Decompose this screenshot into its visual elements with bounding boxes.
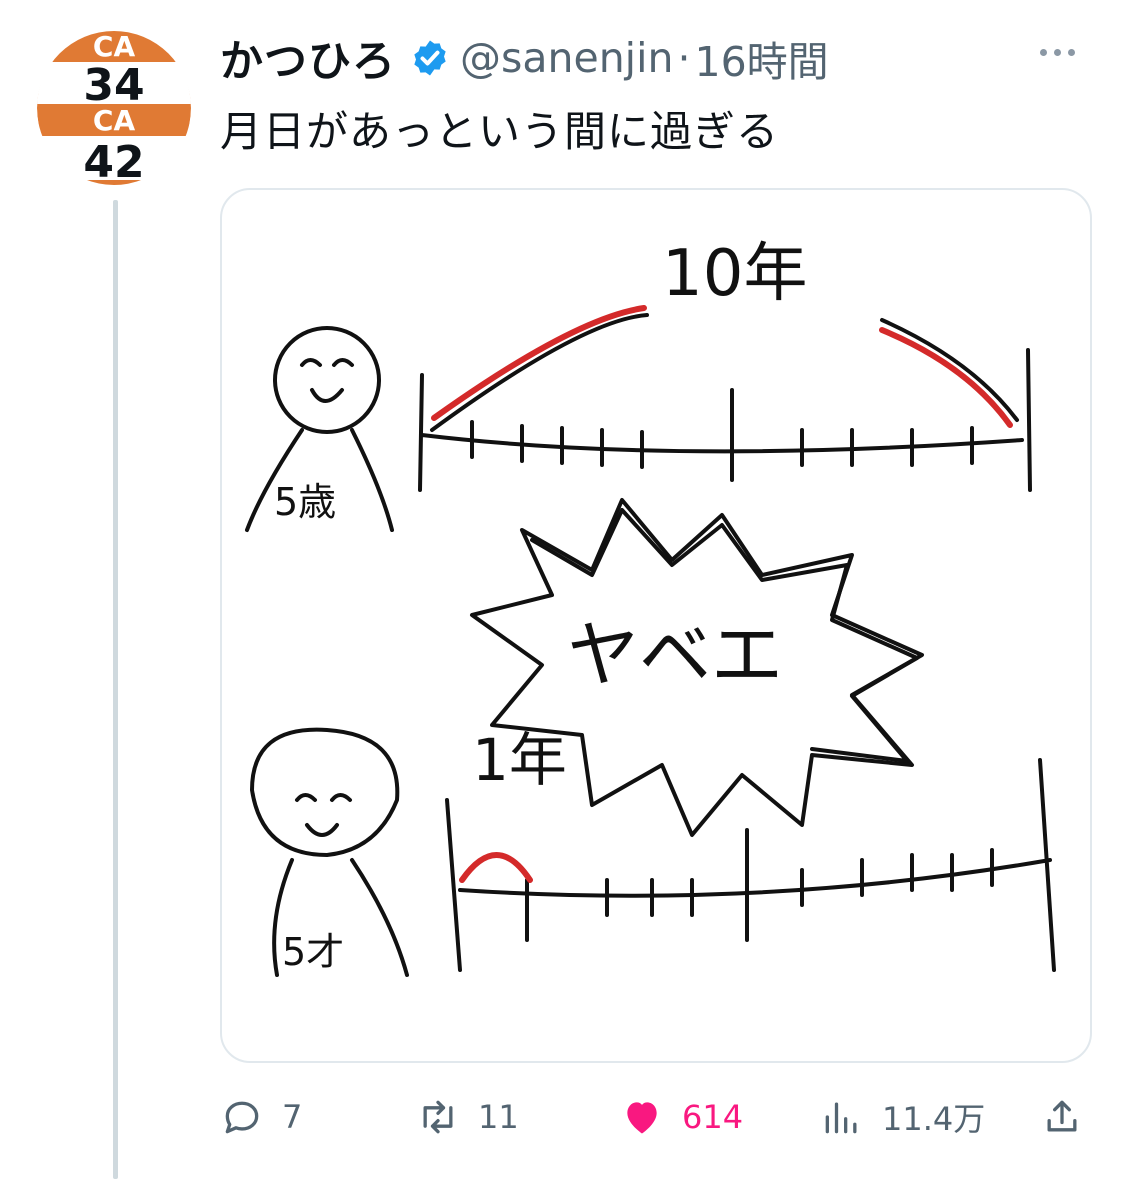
- svg-text:CA: CA: [93, 104, 136, 137]
- like-button[interactable]: 614: [620, 1085, 743, 1149]
- reply-icon: [225, 1101, 259, 1134]
- action-bar: 7 11 614 11.4万: [220, 1085, 1088, 1149]
- tweet-header: かつひろ @sanenjin · 16時間: [220, 28, 829, 88]
- views-button[interactable]: 11.4万: [820, 1085, 985, 1149]
- separator-dot: ·: [677, 34, 691, 82]
- label-yabee: ヤベエ: [567, 613, 783, 697]
- retweet-button[interactable]: 11: [416, 1085, 519, 1149]
- more-dot: [1054, 48, 1061, 56]
- heart-icon: [627, 1102, 657, 1134]
- svg-text:42: 42: [83, 137, 144, 188]
- timeline-top-ticks: [470, 388, 974, 482]
- reply-button[interactable]: 7: [220, 1085, 302, 1149]
- views-icon: [825, 1102, 857, 1134]
- timestamp[interactable]: 16時間: [695, 28, 829, 88]
- views-count: 11.4万: [882, 1100, 986, 1138]
- label-10-years: 10年: [662, 237, 807, 311]
- more-dot: [1040, 48, 1047, 56]
- author-handle[interactable]: @sanenjin: [460, 34, 673, 82]
- avatar-logo: CA 34 CA 42: [37, 30, 191, 188]
- verified-badge-icon: [414, 40, 446, 76]
- reply-count: 7: [282, 1098, 303, 1136]
- timeline-top: [418, 348, 1032, 492]
- avatar[interactable]: CA 34 CA 42: [37, 26, 191, 190]
- retweet-count: 11: [478, 1098, 519, 1136]
- thread-line: [113, 200, 118, 1179]
- svg-text:CA: CA: [93, 30, 136, 63]
- label-1-year: 1年: [472, 726, 567, 794]
- share-icon: [1047, 1100, 1077, 1132]
- highlight-arc-bottom: [459, 852, 533, 883]
- label-age-bottom: 5才: [282, 930, 344, 974]
- like-count: 614: [682, 1098, 744, 1136]
- tweet-text: 月日があっという間に過ぎる: [220, 107, 780, 156]
- timeline-bottom-ticks: [525, 828, 994, 942]
- sketch-face-top: [300, 358, 354, 403]
- tweet-image[interactable]: 10年 ヤベエ 1年 5歳 5才: [220, 188, 1092, 1063]
- label-age-top: 5歳: [274, 480, 336, 524]
- arc-top: [430, 313, 1019, 432]
- more-options-icon[interactable]: [1040, 40, 1086, 64]
- sketch-face-bottom: [295, 793, 352, 837]
- highlight-arc-top-right: [879, 327, 1013, 428]
- share-button[interactable]: [1040, 1085, 1084, 1149]
- more-dot: [1068, 48, 1075, 56]
- sketch-head-top: [273, 326, 381, 434]
- author-name[interactable]: かつひろ: [220, 27, 396, 89]
- retweet-icon: [423, 1100, 453, 1134]
- sketch-illustration: 10年 ヤベエ 1年 5歳 5才: [245, 237, 1056, 977]
